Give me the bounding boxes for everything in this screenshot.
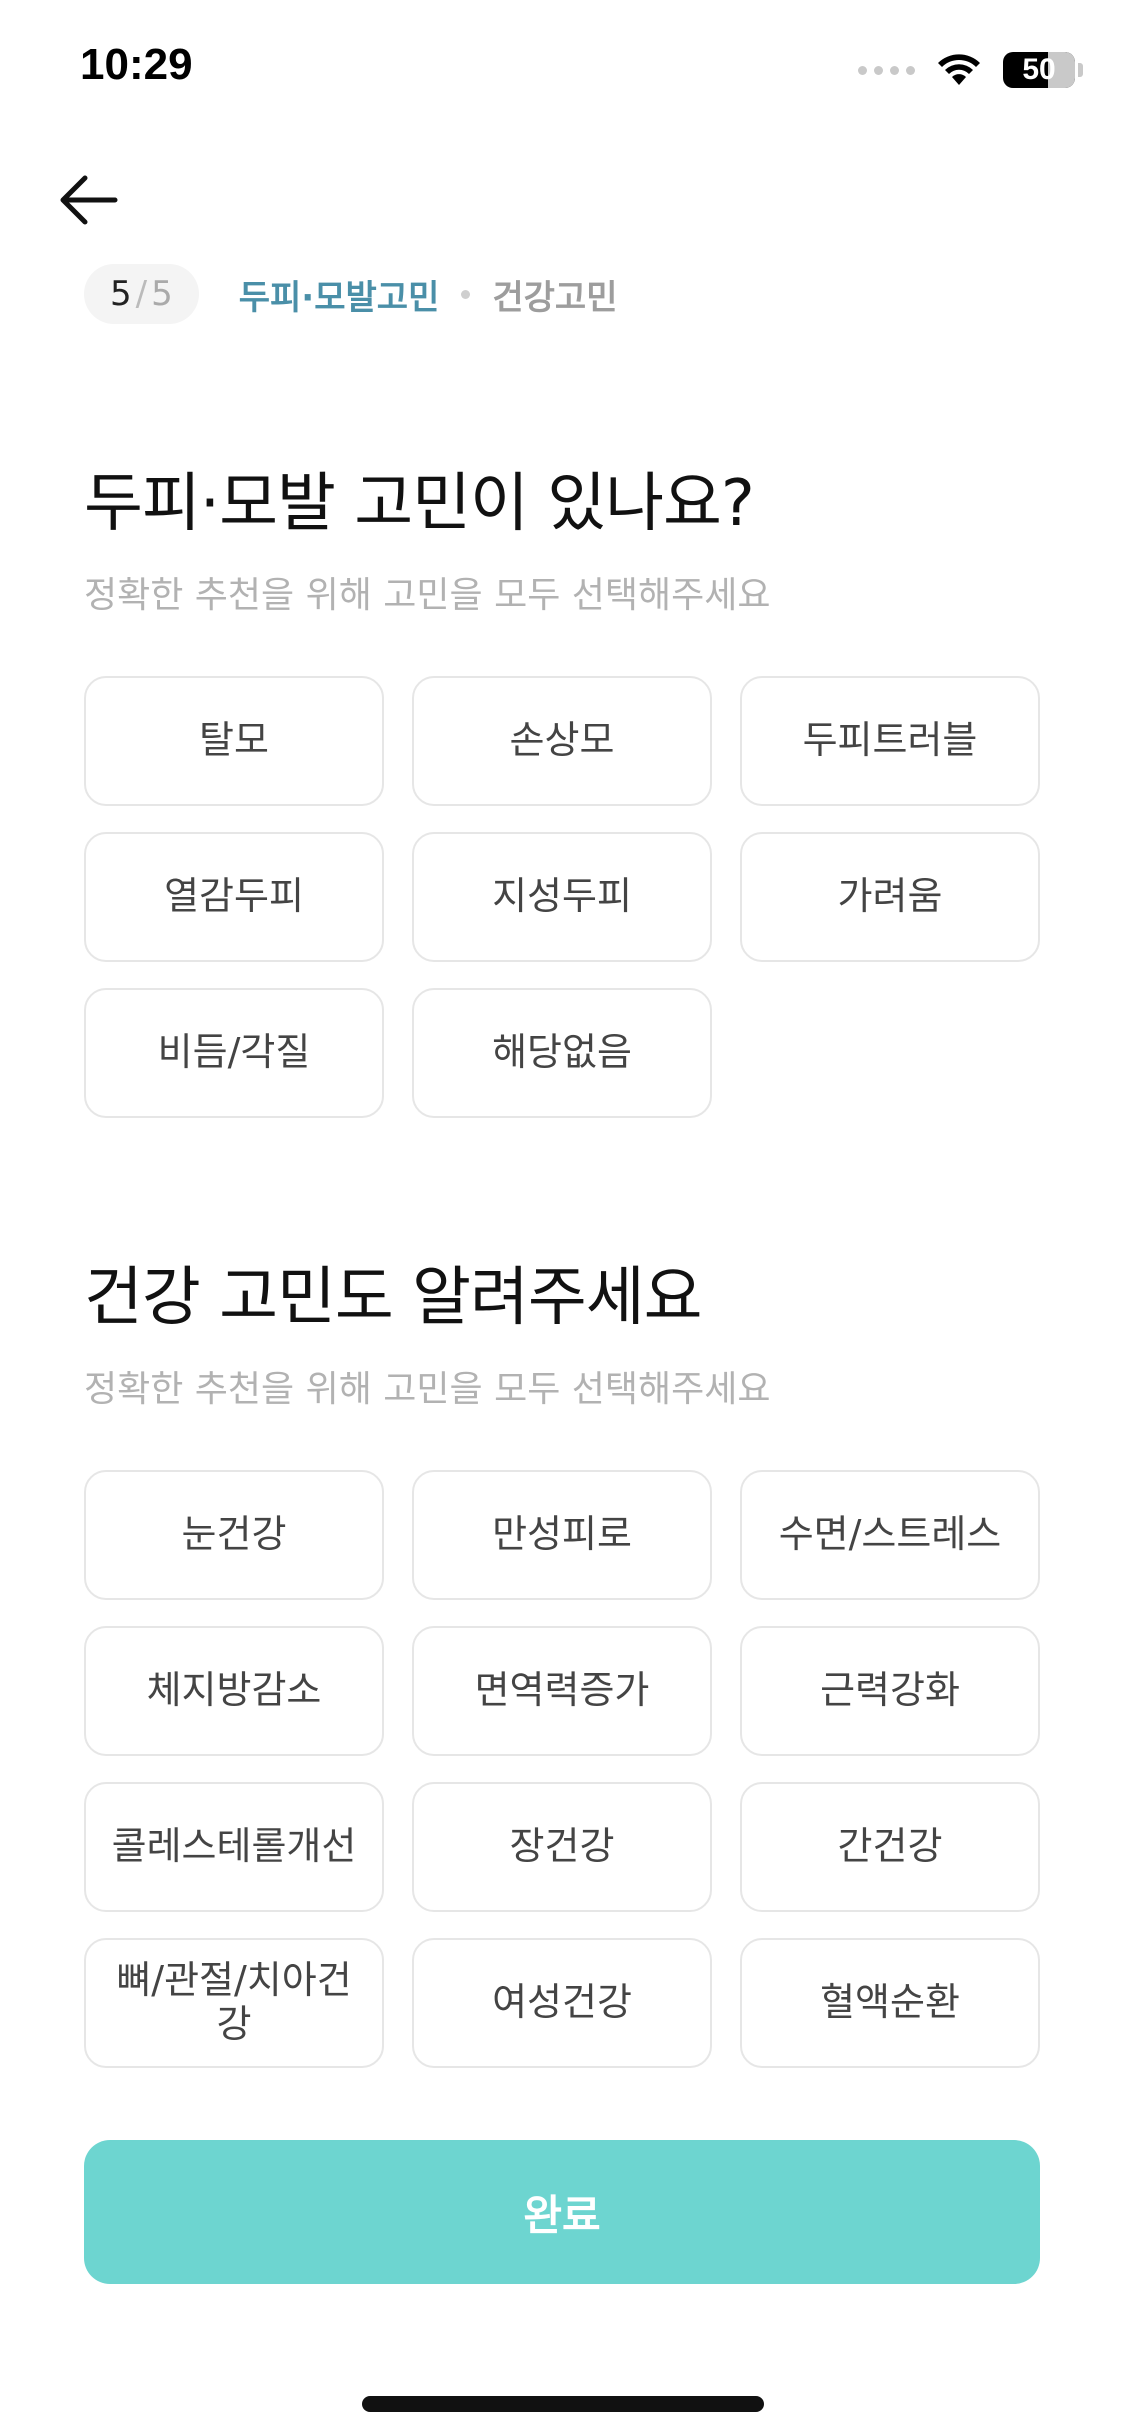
option-itchiness[interactable]: 가려움 <box>740 832 1040 962</box>
option-hot-scalp[interactable]: 열감두피 <box>84 832 384 962</box>
option-circulation[interactable]: 혈액순환 <box>740 1938 1040 2068</box>
option-gut-health[interactable]: 장건강 <box>412 1782 712 1912</box>
complete-button[interactable]: 완료 <box>84 2140 1040 2284</box>
arrow-left-icon <box>60 175 118 225</box>
option-chronic-fatigue[interactable]: 만성피로 <box>412 1470 712 1600</box>
option-eye-health[interactable]: 눈건강 <box>84 1470 384 1600</box>
option-body-fat[interactable]: 체지방감소 <box>84 1626 384 1756</box>
status-indicators: 50 <box>858 48 1083 92</box>
onboarding-screen: 10:29 50 5 / 5 두피·모발고민 건강고민 두피·모발 고민이 있나… <box>0 0 1125 2436</box>
option-liver-health[interactable]: 간건강 <box>740 1782 1040 1912</box>
option-cholesterol[interactable]: 콜레스테롤개선 <box>84 1782 384 1912</box>
step-separator: / <box>135 274 148 314</box>
option-hair-loss[interactable]: 탈모 <box>84 676 384 806</box>
home-indicator <box>362 2396 764 2412</box>
scalp-section-subtitle: 정확한 추천을 위해 고민을 모두 선택해주세요 <box>84 575 771 616</box>
option-immunity[interactable]: 면역력증가 <box>412 1626 712 1756</box>
option-scalp-trouble[interactable]: 두피트러블 <box>740 676 1040 806</box>
status-time: 10:29 <box>80 40 193 89</box>
wifi-icon <box>938 54 980 85</box>
battery-level: 50 <box>1022 53 1056 86</box>
scalp-options: 탈모 손상모 두피트러블 열감두피 지성두피 가려움 비듬/각질 해당없음 <box>84 676 1040 1118</box>
option-dandruff[interactable]: 비듬/각질 <box>84 988 384 1118</box>
step-current: 5 <box>110 274 132 314</box>
health-options: 눈건강 만성피로 수면/스트레스 체지방감소 면역력증가 근력강화 콜레스테롤개… <box>84 1470 1040 2068</box>
option-damaged-hair[interactable]: 손상모 <box>412 676 712 806</box>
battery-cap <box>1078 63 1083 77</box>
option-oily-scalp[interactable]: 지성두피 <box>412 832 712 962</box>
health-section-subtitle: 정확한 추천을 위해 고민을 모두 선택해주세요 <box>84 1369 771 1410</box>
breadcrumb-dot <box>461 289 471 299</box>
option-bone-joint-teeth[interactable]: 뼈/관절/치아건강 <box>84 1938 384 2068</box>
progress-breadcrumb: 5 / 5 두피·모발고민 건강고민 <box>84 264 617 324</box>
step-counter: 5 / 5 <box>84 264 199 324</box>
cellular-signal-icon <box>858 65 915 75</box>
back-button[interactable] <box>48 160 128 240</box>
health-section-title: 건강 고민도 알려주세요 <box>84 1261 702 1335</box>
scalp-section-title: 두피·모발 고민이 있나요? <box>84 467 755 541</box>
option-none[interactable]: 해당없음 <box>412 988 712 1118</box>
option-muscle[interactable]: 근력강화 <box>740 1626 1040 1756</box>
battery-icon: 50 <box>1003 52 1075 88</box>
breadcrumb-scalp: 두피·모발고민 <box>238 277 440 318</box>
breadcrumb-health: 건강고민 <box>492 277 618 318</box>
step-total: 5 <box>151 274 173 314</box>
option-womens-health[interactable]: 여성건강 <box>412 1938 712 2068</box>
option-sleep-stress[interactable]: 수면/스트레스 <box>740 1470 1040 1600</box>
